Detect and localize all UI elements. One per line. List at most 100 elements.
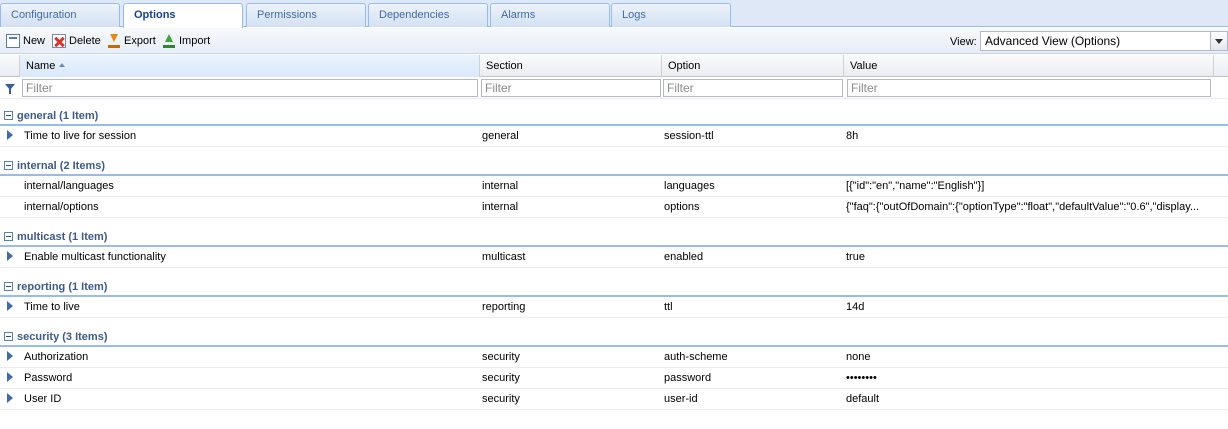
cell-value: 14d: [846, 301, 865, 313]
group-title: multicast (1 Item): [17, 231, 108, 243]
cell-section: security: [482, 351, 520, 363]
cell-option: auth-scheme: [664, 351, 728, 363]
cell-section: reporting: [482, 301, 526, 313]
cell-section: internal: [482, 201, 519, 213]
cell-name: Enable multicast functionality: [24, 251, 166, 263]
cell-section: general: [482, 130, 519, 142]
value-filter-input[interactable]: [847, 79, 1211, 97]
import-button[interactable]: Import: [162, 33, 210, 49]
table-row[interactable]: Time to live for session general session…: [0, 126, 1228, 147]
cell-value: {"faq":{"outOfDomain":{"optionType":"flo…: [846, 201, 1200, 213]
table-row[interactable]: Password security password ••••••••: [0, 368, 1228, 389]
column-header-name-label: Name: [26, 60, 56, 72]
collapse-icon[interactable]: [4, 111, 13, 120]
cell-value: none: [846, 351, 871, 363]
expand-row-icon[interactable]: [7, 351, 13, 361]
cell-value: [{"id":"en","name":"English"}]: [846, 180, 985, 192]
collapse-icon[interactable]: [4, 332, 13, 341]
cell-option: ttl: [664, 301, 673, 313]
cell-option: enabled: [664, 251, 704, 263]
cell-section: security: [482, 372, 520, 384]
table-row[interactable]: internal/options internal options {"faq"…: [0, 197, 1228, 218]
tab-logs[interactable]: Logs: [611, 3, 731, 27]
group-header-security[interactable]: security (3 Items): [0, 327, 1228, 347]
cell-value: true: [846, 251, 865, 263]
cell-name: internal/languages: [24, 180, 114, 192]
view-select[interactable]: Advanced View (Options): [980, 31, 1228, 51]
export-label: Export: [124, 35, 156, 47]
tab-configuration[interactable]: Configuration: [0, 3, 120, 27]
new-label: New: [23, 35, 46, 47]
expand-row-icon[interactable]: [7, 130, 13, 140]
expand-row-icon[interactable]: [7, 301, 13, 311]
import-label: Import: [179, 35, 211, 47]
new-button[interactable]: New: [6, 33, 45, 49]
group-header-general[interactable]: general (1 Item): [0, 106, 1228, 126]
expand-row-icon[interactable]: [7, 372, 13, 382]
view-select-value: Advanced View (Options): [985, 34, 1121, 48]
column-header-value[interactable]: Value: [844, 55, 1214, 77]
import-icon: [162, 34, 176, 48]
cell-option: options: [664, 201, 700, 213]
cell-option: user-id: [664, 393, 698, 405]
cell-value: 8h: [846, 130, 859, 142]
new-document-icon: [6, 34, 20, 48]
collapse-icon[interactable]: [4, 232, 13, 241]
cell-name: Authorization: [24, 351, 89, 363]
cell-section: internal: [482, 180, 519, 192]
tab-permissions[interactable]: Permissions: [246, 3, 366, 27]
table-row[interactable]: Authorization security auth-scheme none: [0, 347, 1228, 368]
column-header-value-label: Value: [850, 60, 878, 72]
group-header-multicast[interactable]: multicast (1 Item): [0, 227, 1228, 247]
name-filter-input[interactable]: [22, 79, 478, 97]
cell-option: password: [664, 372, 712, 384]
cell-section: multicast: [482, 251, 526, 263]
delete-label: Delete: [69, 35, 101, 47]
expand-row-icon[interactable]: [7, 393, 13, 403]
tab-bar: Configuration Options Permissions Depend…: [0, 0, 1228, 28]
cell-name: Time to live: [24, 301, 80, 313]
cell-name: Password: [24, 372, 73, 384]
table-row[interactable]: Time to live reporting ttl 14d: [0, 297, 1228, 318]
tab-options[interactable]: Options: [123, 3, 243, 28]
tab-dependencies[interactable]: Dependencies: [368, 3, 488, 27]
table-row[interactable]: Enable multicast functionality multicast…: [0, 247, 1228, 268]
collapse-icon[interactable]: [4, 161, 13, 170]
filter-icon: [5, 84, 15, 94]
export-icon: [107, 34, 121, 48]
group-title: general (1 Item): [17, 110, 99, 122]
column-header-section[interactable]: Section: [480, 55, 662, 77]
column-header-name[interactable]: Name: [20, 55, 480, 77]
cell-section: security: [482, 393, 520, 405]
group-title: reporting (1 Item): [17, 281, 108, 293]
group-header-internal[interactable]: internal (2 Items): [0, 156, 1228, 176]
tab-alarms[interactable]: Alarms: [490, 3, 610, 27]
cell-value: default: [846, 393, 880, 405]
expander-column-header: [0, 55, 20, 77]
column-header-section-label: Section: [486, 60, 523, 72]
filter-row: [0, 77, 1228, 99]
cell-name: Time to live for session: [24, 130, 137, 142]
group-title: security (3 Items): [17, 331, 108, 343]
delete-icon: [52, 34, 66, 48]
export-button[interactable]: Export: [107, 33, 156, 49]
section-filter-input[interactable]: [481, 79, 661, 97]
delete-button[interactable]: Delete: [52, 33, 101, 49]
cell-option: languages: [664, 180, 715, 192]
view-label: View:: [950, 36, 977, 48]
toolbar: New Delete Export Import View: Advanced …: [0, 28, 1228, 54]
table-row[interactable]: internal/languages internal languages [{…: [0, 176, 1228, 197]
group-header-reporting[interactable]: reporting (1 Item): [0, 277, 1228, 297]
grid-header: Name Section Option Value: [0, 55, 1228, 77]
option-filter-input[interactable]: [663, 79, 843, 97]
column-header-option[interactable]: Option: [662, 55, 844, 77]
chevron-down-icon[interactable]: [1210, 32, 1227, 50]
sort-ascending-icon: [59, 63, 66, 67]
cell-name: internal/options: [24, 201, 99, 213]
table-row[interactable]: User ID security user-id default: [0, 389, 1228, 410]
cell-option: session-ttl: [664, 130, 714, 142]
expand-row-icon[interactable]: [7, 251, 13, 261]
group-title: internal (2 Items): [17, 160, 106, 172]
collapse-icon[interactable]: [4, 282, 13, 291]
column-header-option-label: Option: [668, 60, 701, 72]
